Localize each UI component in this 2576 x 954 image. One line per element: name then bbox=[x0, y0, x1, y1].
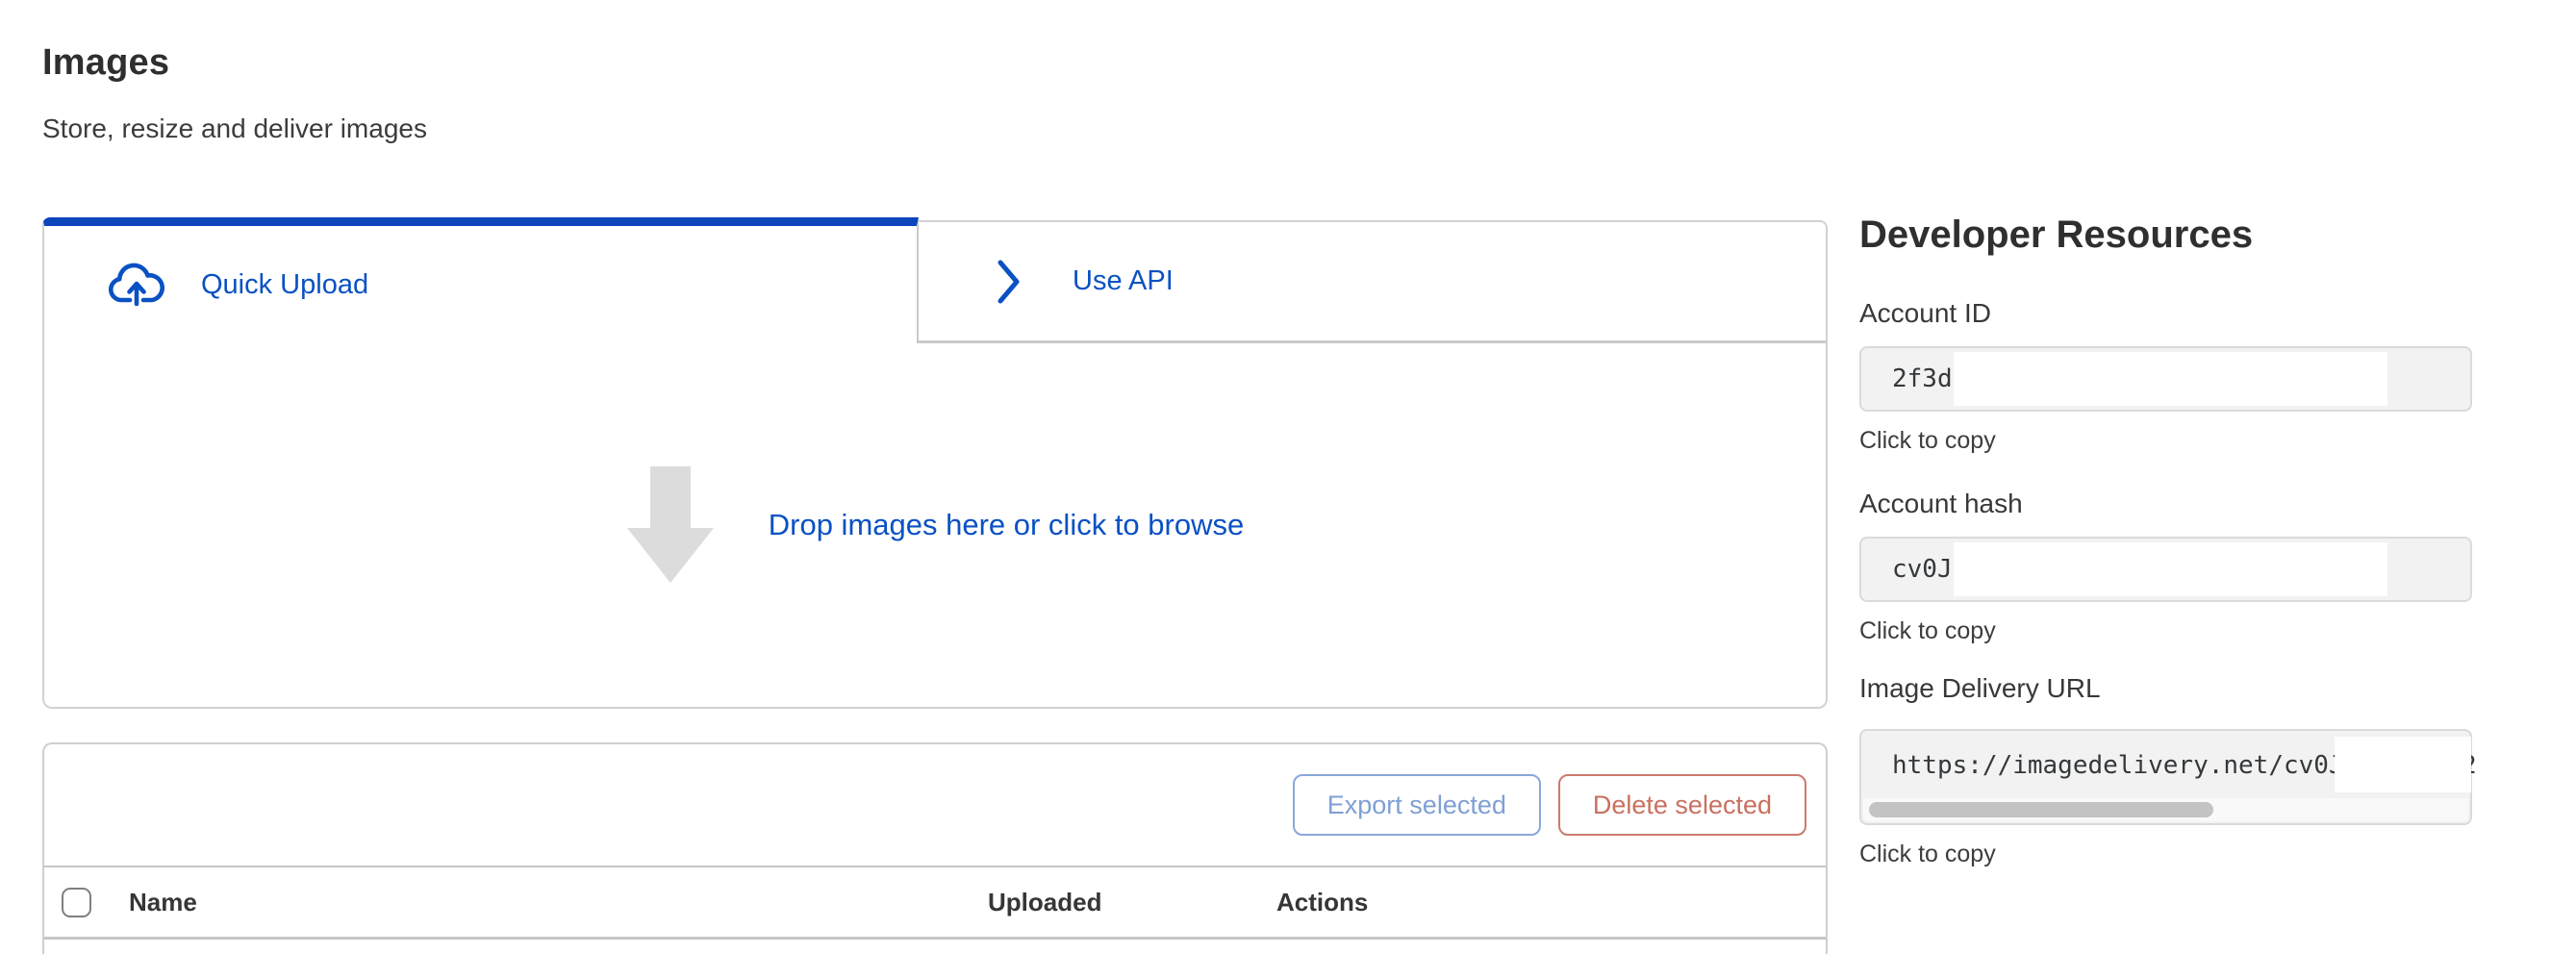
images-table-card: Export selected Delete selected Name Upl… bbox=[42, 742, 1828, 954]
page-title: Images bbox=[42, 42, 169, 84]
export-selected-button[interactable]: Export selected bbox=[1293, 774, 1541, 836]
account-hash-copy-hint: Click to copy bbox=[1859, 617, 1996, 645]
tab-quick-upload[interactable]: Quick Upload bbox=[42, 217, 919, 343]
account-id-field[interactable]: 2f3d bbox=[1859, 346, 2472, 412]
page-subtitle: Store, resize and deliver images bbox=[42, 113, 427, 144]
url-field-scrollbar-track bbox=[1863, 798, 2468, 821]
image-delivery-url-copy-hint: Click to copy bbox=[1859, 841, 1996, 868]
account-hash-redaction-overlay bbox=[1954, 542, 2387, 596]
account-id-label: Account ID bbox=[1859, 298, 1991, 329]
dropzone-label: Drop images here or click to browse bbox=[769, 508, 1244, 542]
cloud-upload-icon bbox=[106, 261, 167, 309]
image-delivery-url-value: https://imagedelivery.net/cv0JSj bbox=[1892, 751, 2374, 780]
table-header-row: Name Uploaded Actions bbox=[44, 867, 1826, 940]
tab-use-api[interactable]: Use API bbox=[919, 220, 1828, 343]
column-header-uploaded: Uploaded bbox=[988, 888, 1276, 917]
url-field-scrollbar-thumb[interactable] bbox=[1869, 802, 2213, 817]
column-header-actions: Actions bbox=[1276, 888, 1826, 917]
tab-quick-upload-label: Quick Upload bbox=[201, 269, 368, 301]
chevron-right-icon bbox=[994, 256, 1023, 308]
account-hash-label: Account hash bbox=[1859, 489, 2023, 519]
column-header-name: Name bbox=[129, 888, 988, 917]
select-all-checkbox[interactable] bbox=[62, 888, 91, 917]
image-dropzone[interactable]: Drop images here or click to browse bbox=[42, 343, 1828, 709]
tab-use-api-label: Use API bbox=[1073, 265, 1174, 297]
main-column: Images Store, resize and deliver images … bbox=[42, 0, 1828, 954]
account-hash-value: cv0J bbox=[1892, 555, 1953, 584]
image-delivery-url-redaction-overlay bbox=[2335, 737, 2471, 792]
account-id-redaction-overlay bbox=[1954, 352, 2387, 406]
account-id-value: 2f3d bbox=[1892, 364, 1953, 393]
upload-tabs: Quick Upload Use API bbox=[42, 217, 1828, 343]
arrow-down-icon bbox=[626, 466, 715, 584]
account-hash-field[interactable]: cv0J bbox=[1859, 537, 2472, 602]
delete-selected-button[interactable]: Delete selected bbox=[1558, 774, 1806, 836]
account-id-copy-hint: Click to copy bbox=[1859, 427, 1996, 455]
table-toolbar: Export selected Delete selected bbox=[44, 744, 1826, 867]
image-delivery-url-field[interactable]: https://imagedelivery.net/cv0JSj 2 bbox=[1859, 729, 2472, 825]
developer-resources-heading: Developer Resources bbox=[1859, 213, 2253, 257]
image-delivery-url-label: Image Delivery URL bbox=[1859, 673, 2101, 704]
developer-resources-panel: Developer Resources Account ID 2f3d Clic… bbox=[1859, 0, 2494, 954]
select-all-cell bbox=[44, 888, 129, 917]
